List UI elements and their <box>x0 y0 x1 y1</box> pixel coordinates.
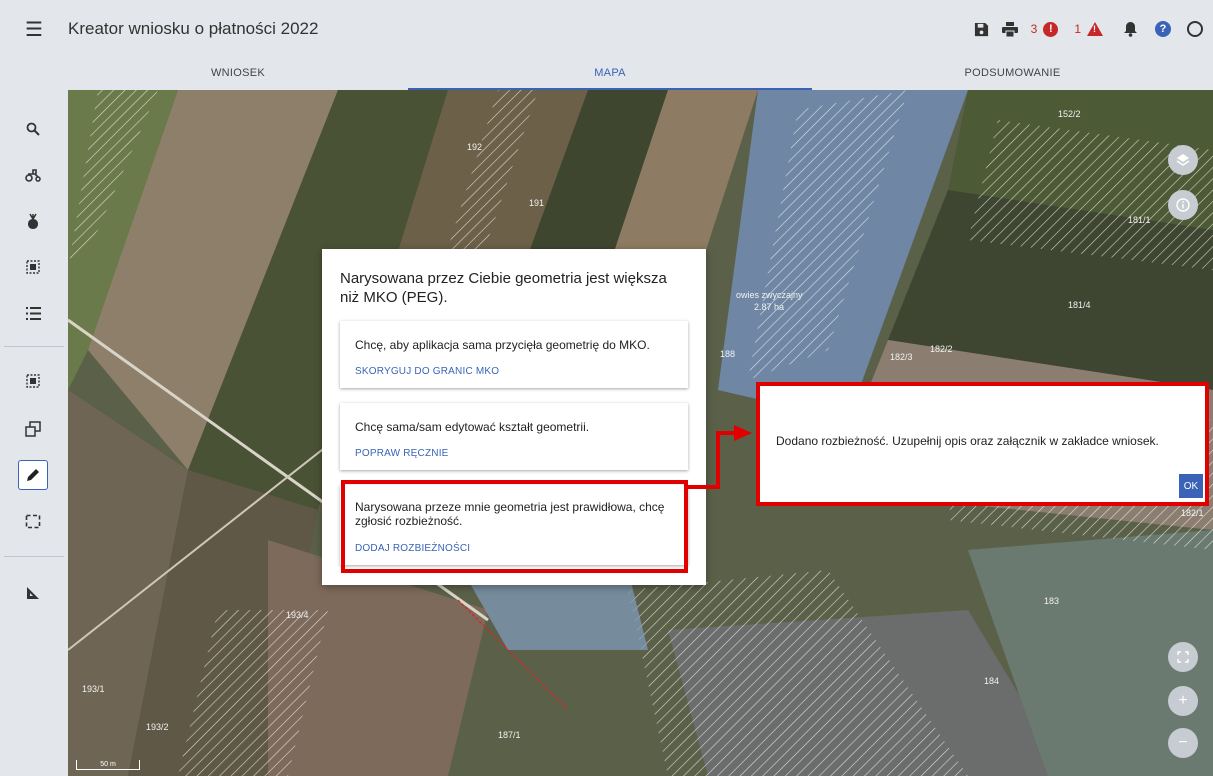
parcel-label: 181/1 <box>1128 215 1151 225</box>
error-count: 3 <box>1030 22 1038 36</box>
option-card-auto-clip[interactable]: Chcę, aby aplikacja sama przycięła geome… <box>340 321 688 388</box>
select-area-icon[interactable] <box>18 366 48 396</box>
warning-icon[interactable]: ! <box>1087 22 1103 36</box>
list-icon[interactable] <box>18 298 48 328</box>
search-icon[interactable] <box>18 114 48 144</box>
app-title: Kreator wniosku o płatności 2022 <box>68 19 319 38</box>
tab-bar: WNIOSEK MAPA PODSUMOWANIE <box>0 58 1213 90</box>
parcel-label: 183 <box>1044 596 1060 606</box>
layers-icon[interactable] <box>1168 145 1198 175</box>
sidebar <box>0 90 68 776</box>
tab-podsumowanie[interactable]: PODSUMOWANIE <box>812 58 1213 88</box>
sidebar-divider <box>4 346 64 347</box>
fullscreen-icon[interactable] <box>1168 642 1198 672</box>
connector-line <box>716 431 720 489</box>
save-icon[interactable] <box>971 18 993 40</box>
error-icon[interactable]: ! <box>1043 21 1059 37</box>
parcel-label: 192 <box>467 142 483 152</box>
parcel-label: 188 <box>720 349 736 359</box>
parcel-label: 193/1 <box>82 684 105 694</box>
help-icon[interactable]: ? <box>1155 21 1171 37</box>
plant-icon[interactable] <box>18 206 48 236</box>
ok-button[interactable]: OK <box>1179 474 1203 498</box>
parcel-label: 182/2 <box>930 344 953 354</box>
zoom-in-icon[interactable]: + <box>1168 686 1198 716</box>
scale-bar: 50 m <box>76 760 140 770</box>
parcel-label: 193/4 <box>286 610 309 620</box>
menu-icon[interactable]: ☰ <box>0 0 68 58</box>
option-text: Chcę, aby aplikacja sama przycięła geome… <box>355 338 650 352</box>
manual-fix-button[interactable]: POPRAW RĘCZNIE <box>355 448 449 459</box>
bell-icon[interactable] <box>1119 18 1141 40</box>
parcel-label: 193/2 <box>146 722 169 732</box>
measure-icon[interactable] <box>18 578 48 608</box>
select-area-icon[interactable] <box>18 252 48 282</box>
highlight-box <box>341 480 688 573</box>
discrepancy-notification: Dodano rozbieżność. Uzupełnij opis oraz … <box>756 382 1209 506</box>
tab-wniosek[interactable]: WNIOSEK <box>68 58 408 88</box>
option-text: Chcę sama/sam edytować kształt geometrii… <box>355 420 590 434</box>
zoom-out-icon[interactable]: − <box>1168 728 1198 758</box>
print-icon[interactable] <box>999 18 1021 40</box>
toolbar: 3 ! 1 ! ? <box>971 0 1203 58</box>
copy-icon[interactable] <box>18 414 48 444</box>
tractor-icon[interactable] <box>18 160 48 190</box>
pencil-icon[interactable] <box>18 460 48 490</box>
parcel-label: 184 <box>984 676 1000 686</box>
parcel-label: 187/1 <box>498 730 521 740</box>
user-icon[interactable] <box>1187 21 1203 37</box>
notification-text: Dodano rozbieżność. Uzupełnij opis oraz … <box>776 434 1159 448</box>
tab-mapa[interactable]: MAPA <box>408 58 812 90</box>
crop-label: owies zwyczajny <box>736 290 803 300</box>
arrow-head-icon <box>734 425 752 441</box>
dialog-title: Narysowana przez Ciebie geometria jest w… <box>340 270 667 306</box>
parcel-label: 182/3 <box>890 352 913 362</box>
warning-count: 1 <box>1074 22 1081 36</box>
sidebar-divider <box>4 556 64 557</box>
info-icon[interactable] <box>1168 190 1198 220</box>
top-bar: ☰ Kreator wniosku o płatności 2022 3 ! 1… <box>0 0 1213 58</box>
parcel-label: 191 <box>529 198 545 208</box>
parcel-label: 181/4 <box>1068 300 1091 310</box>
dashed-rectangle-icon[interactable] <box>18 506 48 536</box>
parcel-label: 182/1 <box>1181 508 1204 518</box>
crop-area: 2.87 ha <box>754 302 785 312</box>
option-card-manual-edit[interactable]: Chcę sama/sam edytować kształt geometrii… <box>340 403 688 470</box>
parcel-label: 152/2 <box>1058 109 1081 119</box>
clip-to-mko-button[interactable]: SKORYGUJ DO GRANIC MKO <box>355 366 499 377</box>
connector-line <box>688 485 718 489</box>
